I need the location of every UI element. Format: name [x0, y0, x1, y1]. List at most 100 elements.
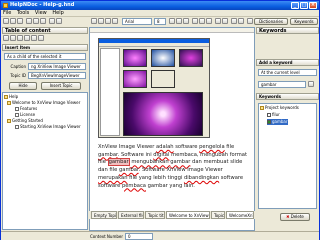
open-icon[interactable] [10, 18, 16, 24]
toc-header: Table of content [2, 27, 88, 34]
spell-error: gambar [98, 151, 118, 158]
maximize-button[interactable]: □ [300, 2, 308, 9]
undo-icon[interactable] [49, 18, 55, 24]
delete-icon: ✖ [286, 214, 290, 219]
add-keyword-icon[interactable] [308, 81, 314, 87]
app-icon [3, 3, 8, 8]
checkbox[interactable] [267, 113, 271, 117]
font-name-select[interactable]: Arial [122, 18, 152, 25]
outdent-icon[interactable] [38, 35, 44, 41]
keywords-button[interactable]: Keywords [290, 18, 318, 25]
indent-icon[interactable] [31, 35, 37, 41]
text-run: gambar yang lain. [145, 182, 195, 189]
keyword-label: filur [272, 112, 280, 117]
font-color-icon[interactable] [231, 18, 237, 24]
book-icon [7, 119, 11, 123]
preview-image [123, 92, 203, 136]
align-left-icon[interactable] [192, 18, 198, 24]
checkbox[interactable] [267, 120, 271, 124]
menu-tools[interactable]: Tools [15, 10, 31, 17]
insert-topic-button[interactable]: Insert Topic [41, 82, 81, 90]
topic-id-label: Topic ID [10, 73, 26, 78]
screenshot-folder-tree [100, 48, 120, 136]
project-keywords-label: Project keywords [265, 105, 299, 110]
spell-error: pembaca [121, 182, 146, 189]
tab-topic-title[interactable]: Topic title [145, 211, 165, 219]
link-icon[interactable] [105, 18, 111, 24]
save-icon[interactable] [17, 18, 23, 24]
keyword-item-filur[interactable]: filur [267, 112, 280, 118]
page-icon [15, 113, 19, 117]
bullet-list-icon[interactable] [215, 18, 221, 24]
bold-icon[interactable] [169, 18, 175, 24]
numbered-list-icon[interactable] [222, 18, 228, 24]
redo-icon[interactable] [56, 18, 62, 24]
text-run: . Software ini [117, 151, 154, 158]
ruler [90, 28, 254, 33]
paste-icon[interactable] [40, 18, 46, 24]
tab-empty-topic[interactable]: Empty Topic [91, 211, 117, 219]
text-run: file [224, 144, 235, 150]
spellcheck-icon[interactable] [247, 18, 253, 24]
image-icon[interactable] [98, 18, 104, 24]
anchor-icon[interactable] [112, 18, 118, 24]
thumbnail [123, 70, 147, 88]
tree-item-starting[interactable]: Starting XnView Image Viewer [15, 124, 81, 130]
keyword-item-gambar[interactable]: gambar [267, 119, 288, 125]
keyword-level-select[interactable]: At the current level [258, 69, 317, 76]
tree-item-label: License [20, 112, 36, 117]
embedded-screenshot-image [98, 38, 210, 138]
delete-topic-icon[interactable] [10, 35, 16, 41]
insert-position-select[interactable]: As a child of the selected it [4, 53, 86, 60]
spell-error: pengelola [199, 144, 225, 150]
context-number-label: Context Number [89, 234, 123, 239]
tab-welcome-id[interactable]: WelcomeXnView [226, 211, 254, 219]
topic-id-field[interactable]: BegXnViewImageViewer [28, 72, 86, 79]
italic-icon[interactable] [176, 18, 182, 24]
tree-item-label: Welcome to XnView Image Viewer [12, 100, 81, 105]
minimize-button[interactable]: _ [291, 2, 299, 9]
title-bar: HelpNDoc - Help-g.hnd _ □ × [1, 1, 319, 10]
tree-item-label: Features [20, 106, 38, 111]
caption-label: Caption [10, 64, 26, 69]
text-run: Software [141, 167, 165, 174]
context-number-field[interactable]: 0 [125, 233, 153, 240]
keyword-input[interactable]: gambar [258, 81, 306, 88]
menu-help[interactable]: Help [50, 10, 65, 17]
tree-item-label: Help [9, 94, 19, 99]
menu-file[interactable]: File [1, 10, 13, 17]
font-size-select[interactable]: 8 [154, 18, 166, 25]
cut-icon[interactable] [26, 18, 32, 24]
topic-paragraph[interactable]: XnView Image Viewer adalah software peng… [98, 144, 248, 190]
topic-editor[interactable]: XnView Image Viewer adalah software peng… [89, 27, 255, 231]
menu-view[interactable]: View [33, 10, 49, 17]
book-icon [7, 101, 11, 105]
keyword-tree: Project keywords filur gambar [258, 103, 317, 209]
align-right-icon[interactable] [206, 18, 212, 24]
main-toolbar: Arial 8 Dictionaries Keywords [1, 17, 319, 26]
text-run: XnView Image Viewer [164, 167, 223, 174]
app-window: HelpNDoc - Help-g.hnd _ □ × File Tools V… [0, 0, 320, 240]
close-button[interactable]: × [309, 2, 317, 9]
highlight-icon[interactable] [238, 18, 244, 24]
spell-error: mengubahkan [129, 159, 171, 166]
delete-keyword-button[interactable]: ✖ Delete [280, 213, 310, 221]
hide-button[interactable]: Hide [9, 82, 37, 90]
copy-icon[interactable] [33, 18, 39, 24]
move-up-icon[interactable] [17, 35, 23, 41]
align-center-icon[interactable] [199, 18, 205, 24]
table-icon[interactable] [91, 18, 97, 24]
tab-welcome[interactable]: Welcome to XnView Image [166, 211, 210, 219]
caption-field[interactable]: ng XnView Image Viewer [28, 63, 86, 70]
tab-topic-id[interactable]: Topic ID [211, 211, 225, 219]
project-keywords-node[interactable]: Project keywords [260, 105, 299, 111]
dictionaries-button[interactable]: Dictionaries [254, 18, 288, 25]
new-icon[interactable] [3, 18, 9, 24]
underline-icon[interactable] [183, 18, 189, 24]
move-down-icon[interactable] [24, 35, 30, 41]
add-topic-icon[interactable] [3, 35, 9, 41]
tree-item-label: Starting XnView Image Viewer [20, 124, 81, 129]
thumbnail [151, 49, 175, 67]
tab-external-file[interactable]: External file [118, 211, 144, 219]
keyword-label: gambar [272, 119, 288, 124]
